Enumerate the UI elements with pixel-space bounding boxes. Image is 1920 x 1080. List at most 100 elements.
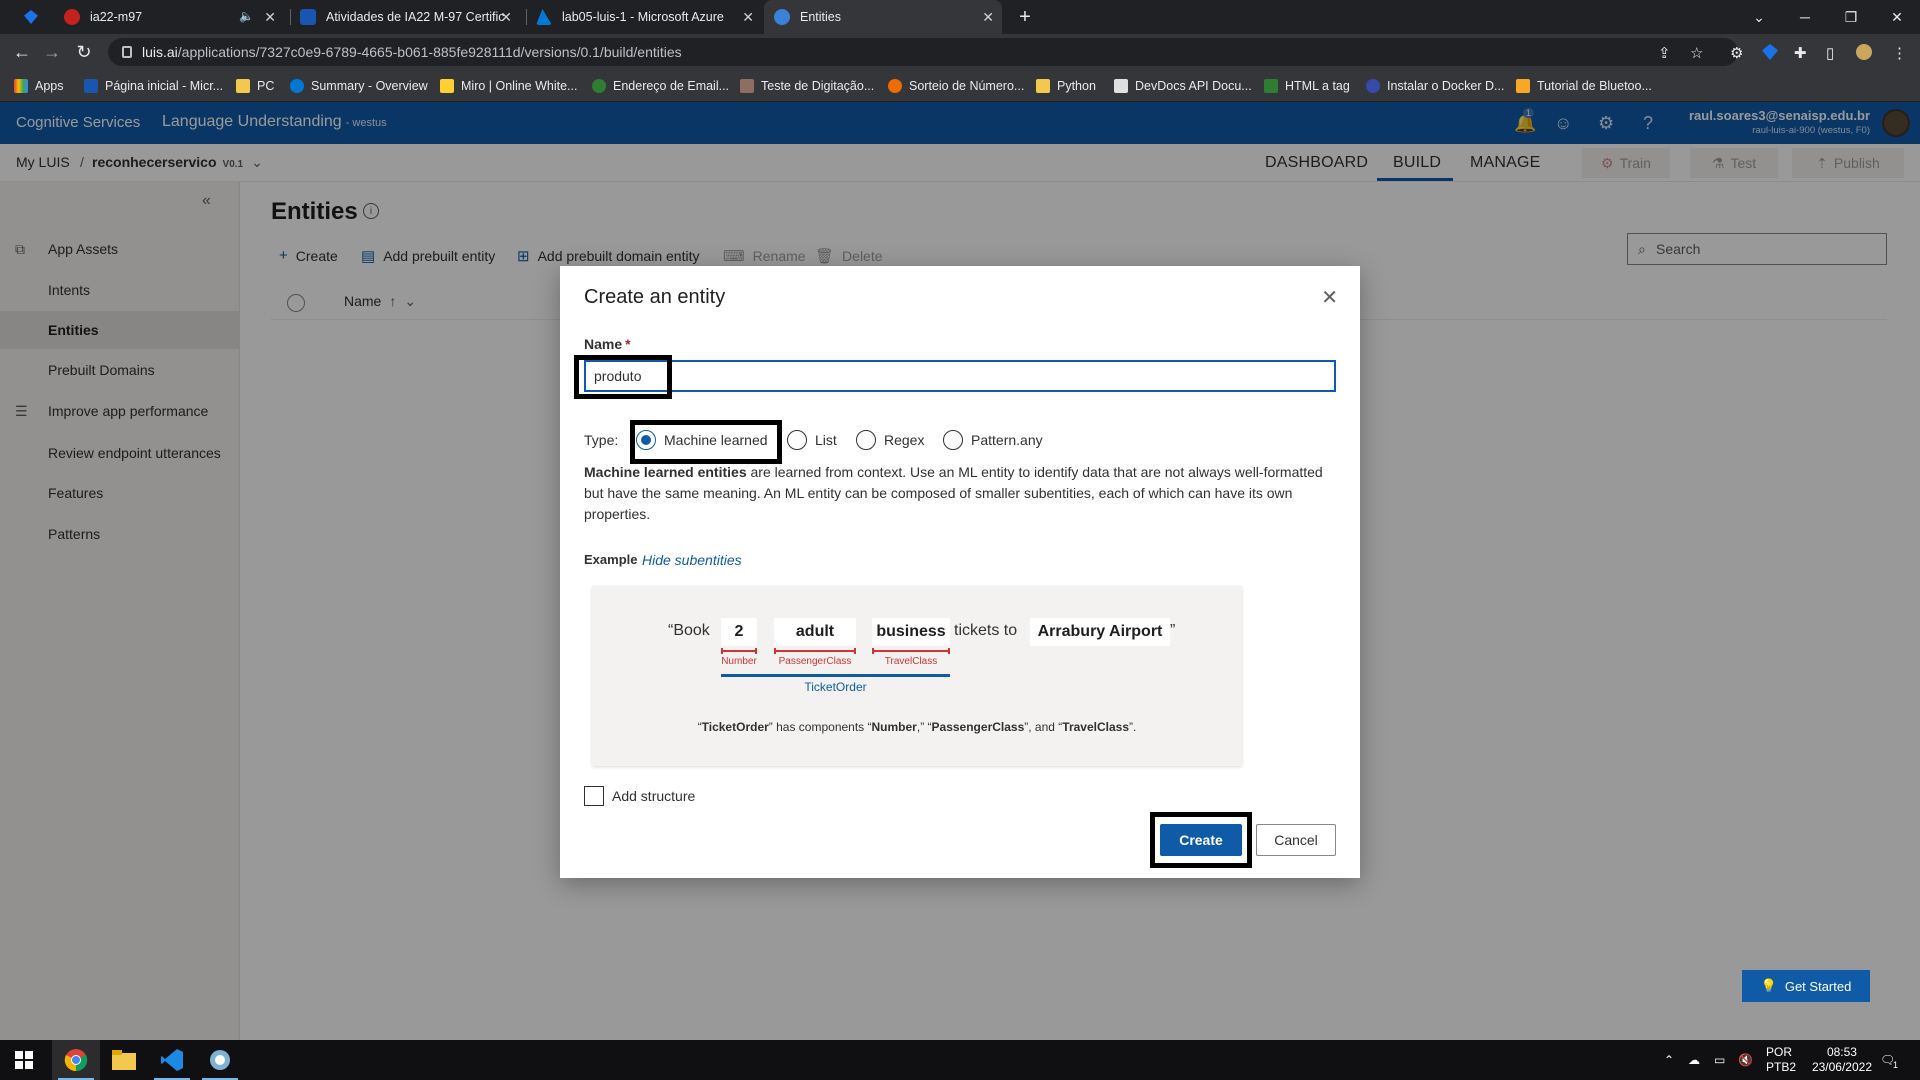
pinned-tab[interactable]: [14, 0, 54, 34]
browser-toolbar: ← → ↻ luis.ai/applications/7327c0e9-6789…: [0, 34, 1920, 70]
tab-title: Atividades de IA22 M-97 Certific: [326, 10, 505, 24]
system-clock[interactable]: 08:53 23/06/2022: [1812, 1045, 1872, 1075]
folder-icon: [1036, 79, 1050, 93]
example-text: tickets to: [954, 622, 1018, 639]
radio-icon: [856, 430, 876, 450]
address-bar[interactable]: luis.ai/applications/7327c0e9-6789-4665-…: [108, 38, 1738, 66]
entity-name-input[interactable]: [584, 360, 1336, 392]
app-taskbar-icon[interactable]: [196, 1040, 244, 1080]
new-tab-button[interactable]: +: [1002, 0, 1048, 34]
extension-icon[interactable]: [1762, 44, 1778, 60]
cancel-button[interactable]: Cancel: [1256, 824, 1336, 856]
bookmark-item[interactable]: Python: [1036, 70, 1096, 102]
azure-favicon-icon: [536, 9, 552, 25]
vscode-icon[interactable]: [148, 1040, 196, 1080]
profile-avatar-icon[interactable]: [1856, 44, 1872, 60]
entity-underline: [721, 674, 950, 677]
file-explorer-icon[interactable]: [100, 1040, 148, 1080]
bookmark-item[interactable]: DevDocs API Docu...: [1114, 70, 1252, 102]
bookmark-item[interactable]: Página inicial - Micr...: [84, 70, 223, 102]
hide-subentities-link[interactable]: Hide subentities: [642, 552, 742, 568]
radio-icon: [943, 430, 963, 450]
get-started-button[interactable]: 💡 Get Started: [1742, 970, 1870, 1002]
tab-close-icon[interactable]: ✕: [982, 9, 994, 26]
bookmark-item[interactable]: Teste de Digitação...: [740, 70, 874, 102]
extensions-puzzle-icon[interactable]: ✚: [1794, 44, 1807, 62]
close-icon[interactable]: ✕: [1321, 285, 1338, 310]
example-token: 2: [721, 618, 757, 646]
lock-icon: [122, 46, 132, 58]
minimize-button[interactable]: ─: [1782, 0, 1828, 34]
bookmark-item[interactable]: Miro | Online White...: [440, 70, 577, 102]
subentity-underline: [872, 648, 950, 654]
speaker-icon[interactable]: 🔈: [239, 9, 254, 23]
add-structure-label: Add structure: [612, 788, 696, 804]
bookmark-apps[interactable]: Apps: [14, 70, 64, 102]
tab-title: Entities: [800, 10, 841, 24]
name-label: Name *: [584, 336, 631, 352]
bookmarks-bar: Apps Página inicial - Micr... PC Summary…: [0, 70, 1920, 102]
required-mark: *: [625, 336, 631, 352]
add-structure-checkbox[interactable]: [584, 786, 604, 806]
bookmark-favicon-icon: [1366, 79, 1380, 93]
extension-gear-icon[interactable]: ⚙: [1730, 44, 1743, 62]
radio-machine-learned[interactable]: Machine learned: [636, 430, 768, 450]
radio-list[interactable]: List: [787, 430, 837, 450]
bookmark-item[interactable]: Tutorial de Bluetoo...: [1516, 70, 1652, 102]
restore-button[interactable]: ❐: [1828, 0, 1874, 34]
browser-tab-1[interactable]: ia22-m97 🔈 ✕: [54, 0, 284, 34]
example-text: ”: [1170, 622, 1176, 639]
volume-mute-icon[interactable]: 🔇: [1738, 1040, 1753, 1080]
example-token: adult: [774, 618, 856, 646]
reload-icon[interactable]: ↻: [72, 40, 96, 64]
bookmark-item[interactable]: HTML a tag: [1264, 70, 1350, 102]
bookmark-star-icon[interactable]: ☆: [1690, 44, 1703, 62]
dialog-title: Create an entity: [584, 286, 726, 308]
browser-tab-2[interactable]: Atividades de IA22 M-97 Certific ✕: [290, 0, 520, 34]
bookmark-favicon-icon: [740, 79, 754, 93]
browser-tab-bar: ia22-m97 🔈 ✕ Atividades de IA22 M-97 Cer…: [0, 0, 1920, 34]
bookmark-item[interactable]: Endereço de Email...: [592, 70, 729, 102]
example-card: “Book 2 adult business tickets to Arrabu…: [592, 586, 1242, 766]
example-token: Arrabury Airport: [1030, 618, 1170, 646]
browser-tab-3[interactable]: lab05-luis-1 - Microsoft Azure ✕: [526, 0, 762, 34]
tab-close-icon[interactable]: ✕: [264, 9, 276, 26]
taskbar-notification-count: 1: [1893, 1060, 1899, 1070]
tab-favicon-icon: [64, 9, 80, 25]
bookmark-item[interactable]: Summary - Overview: [290, 70, 428, 102]
onedrive-cloud-icon[interactable]: ☁: [1688, 1040, 1700, 1080]
subentity-label: TravelClass: [884, 656, 938, 667]
bookmark-item[interactable]: Sorteio de Número...: [888, 70, 1024, 102]
tab-close-icon[interactable]: ✕: [742, 9, 754, 26]
subentity-underline: [774, 648, 856, 654]
back-icon[interactable]: ←: [10, 40, 34, 64]
tab-close-icon[interactable]: ✕: [500, 9, 512, 26]
bookmark-favicon-icon: [888, 79, 902, 93]
windows-start-icon[interactable]: [0, 1040, 48, 1080]
apps-grid-icon: [14, 79, 28, 93]
tab-search-icon[interactable]: ⌄: [1736, 0, 1782, 34]
radio-pattern-any[interactable]: Pattern.any: [943, 430, 1043, 450]
forward-icon[interactable]: →: [40, 40, 64, 64]
chrome-taskbar-icon[interactable]: [52, 1040, 100, 1080]
radio-regex[interactable]: Regex: [856, 430, 924, 450]
side-panel-icon[interactable]: ▯: [1826, 44, 1834, 62]
browser-tab-active[interactable]: Entities ✕: [764, 0, 1002, 34]
bookmark-favicon-icon: [1264, 79, 1278, 93]
tab-title: ia22-m97: [90, 10, 143, 24]
input-language[interactable]: POR PTB2: [1766, 1045, 1796, 1075]
bookmark-item[interactable]: Instalar o Docker D...: [1366, 70, 1504, 102]
share-icon[interactable]: ⇪: [1658, 44, 1671, 62]
close-window-button[interactable]: ✕: [1874, 0, 1920, 34]
bookmark-item[interactable]: PC: [236, 70, 274, 102]
tab-title: lab05-luis-1 - Microsoft Azure: [562, 10, 724, 24]
menu-dots-icon[interactable]: ⋮: [1892, 44, 1907, 62]
windows-taskbar: ⌃ ☁ ▭ 🔇 POR PTB2 08:53 23/06/2022 🗨 1: [0, 1040, 1920, 1080]
network-icon[interactable]: ▭: [1714, 1040, 1725, 1080]
create-button[interactable]: Create: [1160, 824, 1242, 856]
folder-icon: [236, 79, 250, 93]
show-hidden-icons[interactable]: ⌃: [1664, 1040, 1674, 1080]
luis-favicon-icon: [24, 10, 38, 24]
radio-icon: [787, 430, 807, 450]
tab-favicon-icon: [774, 9, 790, 25]
